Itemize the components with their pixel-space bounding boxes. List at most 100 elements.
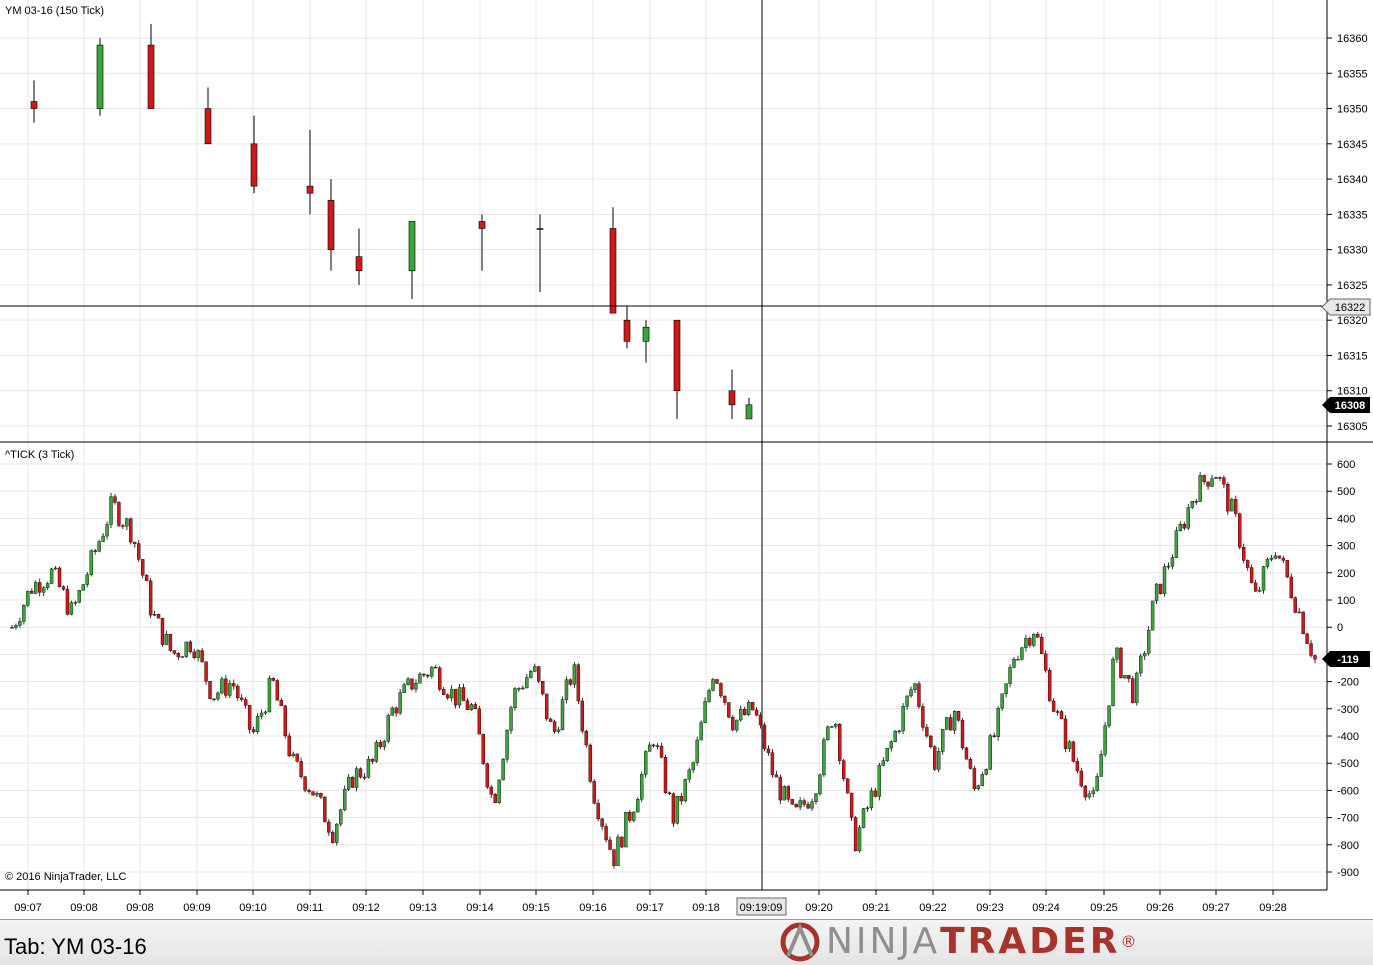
tick-candle[interactable]: [144, 574, 149, 582]
tick-candle[interactable]: [1047, 667, 1052, 702]
tick-candle[interactable]: [509, 705, 513, 735]
tick-candle[interactable]: [818, 773, 822, 796]
tick-candle[interactable]: [624, 812, 628, 848]
tick-candle[interactable]: [339, 808, 343, 827]
tick-candle[interactable]: [572, 661, 577, 688]
tick-candle[interactable]: [842, 758, 846, 782]
tick-candle[interactable]: [323, 795, 327, 823]
tick-candle[interactable]: [592, 779, 596, 805]
tick-candle[interactable]: [148, 577, 153, 618]
tick-candle[interactable]: [941, 729, 945, 755]
tick-candle[interactable]: [1162, 563, 1167, 597]
tick-candle[interactable]: [57, 566, 62, 588]
tick-candle[interactable]: [485, 762, 489, 790]
tick-candle[interactable]: [1146, 626, 1151, 656]
tick-candle[interactable]: [640, 771, 644, 803]
tick-candle[interactable]: [541, 680, 545, 696]
tick-candle[interactable]: [1186, 503, 1190, 531]
tick-candle[interactable]: [410, 678, 414, 691]
tick-candle[interactable]: [311, 791, 315, 796]
tick-candle[interactable]: [457, 684, 462, 709]
tick-candle[interactable]: [826, 725, 830, 741]
tick-candle[interactable]: [1238, 512, 1242, 550]
tick-candle[interactable]: [184, 641, 188, 659]
tick-candle[interactable]: [984, 768, 988, 776]
tick-candle[interactable]: [1226, 482, 1230, 515]
tick-candle[interactable]: [1158, 583, 1163, 595]
tick-candle[interactable]: [390, 706, 394, 716]
tick-candle[interactable]: [1285, 560, 1289, 579]
tick-candle[interactable]: [303, 776, 307, 793]
tick-candle[interactable]: [636, 797, 640, 813]
tick-candle[interactable]: [869, 787, 874, 811]
tick-candle[interactable]: [643, 750, 648, 778]
tick-candle[interactable]: [1071, 740, 1076, 763]
chart-canvas[interactable]: 16305 16310 16315 16320 16325 16330 16335 16340…: [0, 0, 1373, 964]
tick-candle[interactable]: [188, 639, 192, 654]
tick-candle[interactable]: [366, 756, 371, 779]
tick-candle[interactable]: [861, 807, 866, 829]
tick-candle[interactable]: [1079, 767, 1084, 788]
tick-candle[interactable]: [97, 539, 101, 553]
tick-candle[interactable]: [208, 681, 212, 700]
tick-candle[interactable]: [901, 703, 905, 734]
tick-candle[interactable]: [342, 785, 347, 812]
tick-candle[interactable]: [853, 815, 858, 852]
tick-candle[interactable]: [675, 795, 680, 825]
tick-candle[interactable]: [778, 774, 783, 805]
tick-candle[interactable]: [354, 766, 359, 792]
tick-candle[interactable]: [1139, 653, 1143, 677]
tick-candle[interactable]: [921, 703, 925, 732]
tick-candle[interactable]: [711, 678, 715, 692]
tick-candle[interactable]: [715, 678, 719, 685]
tick-candle[interactable]: [295, 753, 299, 763]
tick-candle[interactable]: [1135, 671, 1139, 706]
tick-candle[interactable]: [1131, 676, 1135, 704]
tick-candle[interactable]: [1103, 722, 1107, 757]
tick-candle[interactable]: [358, 767, 363, 779]
tick-candle[interactable]: [612, 849, 616, 869]
tick-candle[interactable]: [885, 747, 889, 763]
tick-candle[interactable]: [944, 716, 949, 730]
tick-candle[interactable]: [588, 743, 592, 783]
tick-candle[interactable]: [794, 803, 798, 808]
tick-candle[interactable]: [564, 676, 569, 704]
tick-candle[interactable]: [838, 723, 842, 765]
tick-candle[interactable]: [398, 688, 402, 715]
chart-tab[interactable]: Tab: YM 03-16: [4, 934, 147, 960]
tick-candle[interactable]: [204, 661, 208, 685]
tick-candle[interactable]: [438, 665, 442, 692]
tick-candle[interactable]: [822, 737, 826, 778]
tick-candle[interactable]: [129, 517, 133, 545]
tick-candle[interactable]: [552, 719, 557, 734]
tick-candle[interactable]: [1043, 650, 1048, 673]
tick-candle[interactable]: [1063, 715, 1068, 753]
tick-candle[interactable]: [1119, 647, 1123, 679]
tick-candle[interactable]: [283, 705, 287, 739]
tick-candle[interactable]: [782, 785, 786, 801]
tick-candle[interactable]: [65, 585, 70, 616]
tick-candle[interactable]: [22, 604, 26, 625]
tick-candle[interactable]: [790, 798, 794, 805]
tick-candle[interactable]: [350, 776, 355, 788]
tick-candle[interactable]: [750, 701, 755, 711]
tick-candle[interactable]: [335, 823, 339, 846]
tick-candle[interactable]: [117, 501, 121, 528]
tick-candle[interactable]: [731, 714, 735, 732]
tick-candle[interactable]: [1230, 497, 1234, 512]
tick-candle[interactable]: [576, 663, 581, 705]
tick-candle[interactable]: [1107, 705, 1111, 729]
tick-candle[interactable]: [699, 720, 703, 741]
tick-candle[interactable]: [703, 697, 707, 724]
tick-candle[interactable]: [109, 492, 113, 528]
tick-candle[interactable]: [917, 680, 921, 709]
tick-candle[interactable]: [604, 823, 608, 843]
tick-candle[interactable]: [937, 747, 941, 773]
tick-candle[interactable]: [972, 765, 977, 792]
tick-candle[interactable]: [1198, 472, 1202, 502]
tick-candle[interactable]: [929, 735, 933, 749]
tick-candle[interactable]: [477, 705, 482, 735]
tick-candle[interactable]: [287, 732, 291, 758]
tick-candle[interactable]: [49, 567, 54, 585]
tick-candle[interactable]: [501, 757, 505, 781]
